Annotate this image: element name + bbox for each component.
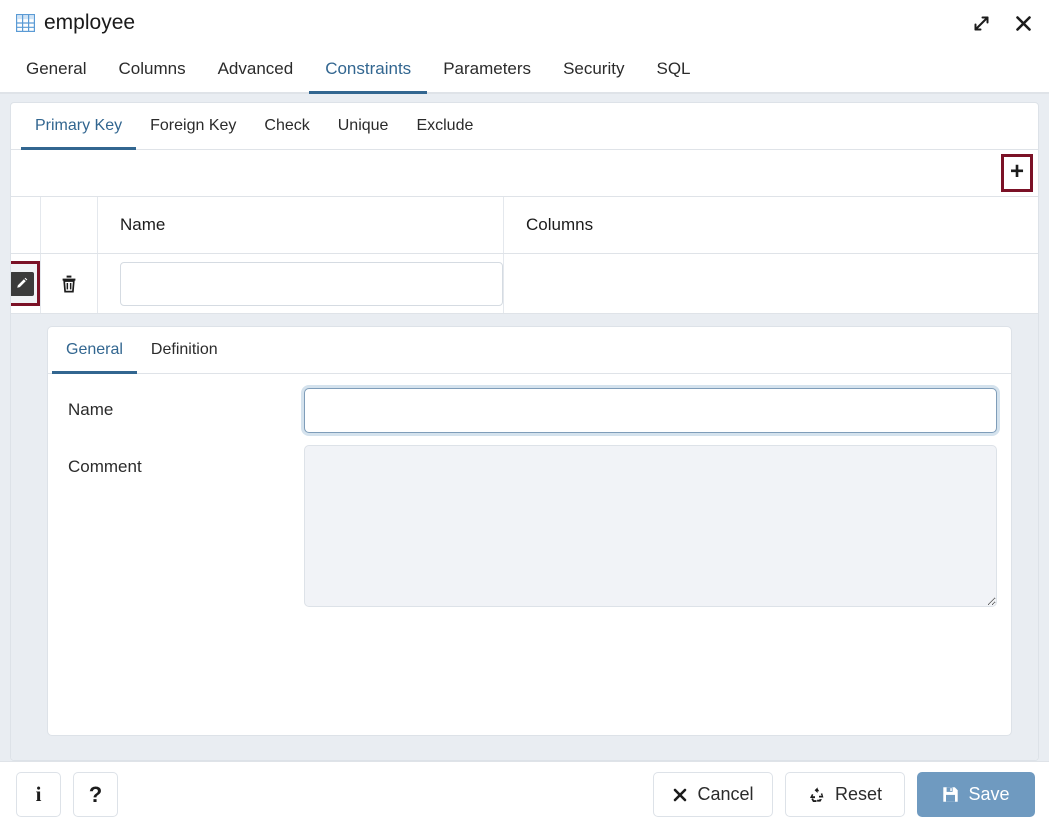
tab-constraints[interactable]: Constraints — [309, 46, 427, 92]
question-mark-icon[interactable]: ? — [73, 772, 118, 817]
subtab-label: Primary Key — [35, 117, 122, 135]
grid-toolbar: + — [11, 150, 1038, 197]
titlebar-actions — [969, 11, 1035, 35]
cancel-button[interactable]: Cancel — [653, 772, 773, 817]
subtab-label: Exclude — [416, 117, 473, 135]
subtab-exclude[interactable]: Exclude — [402, 103, 487, 149]
add-row-button[interactable]: + — [1001, 154, 1033, 192]
column-header-label: Name — [120, 215, 165, 235]
tab-security[interactable]: Security — [547, 46, 640, 92]
primary-key-grid: Name Columns — [11, 197, 1038, 314]
column-header-label: Columns — [526, 215, 593, 235]
tab-general[interactable]: General — [10, 46, 102, 92]
tab-sql[interactable]: SQL — [640, 46, 706, 92]
row-delete-cell — [41, 254, 98, 313]
cancel-button-label: Cancel — [697, 784, 753, 805]
reset-button[interactable]: Reset — [785, 772, 905, 817]
trash-icon[interactable] — [57, 272, 81, 296]
table-properties-dialog: employee — [0, 0, 1049, 827]
info-button-label: i — [36, 782, 42, 807]
close-icon[interactable] — [1011, 11, 1035, 35]
constraint-detail-area: General Definition Name Comment — [11, 314, 1038, 760]
comment-field-row: Comment — [68, 445, 997, 607]
constraint-detail-card: General Definition Name Comment — [47, 326, 1012, 736]
dialog-titlebar: employee — [0, 0, 1049, 46]
subtab-check[interactable]: Check — [250, 103, 323, 149]
row-name-cell — [98, 254, 504, 313]
subtab-primary-key[interactable]: Primary Key — [21, 103, 136, 149]
plus-icon: + — [1010, 160, 1024, 184]
floppy-save-icon — [942, 786, 959, 803]
detail-tab-bar: General Definition — [48, 327, 1011, 374]
constraint-name-grid-input[interactable] — [120, 262, 503, 306]
tab-advanced[interactable]: Advanced — [202, 46, 310, 92]
comment-textarea[interactable] — [304, 445, 997, 607]
subtab-label: Check — [264, 117, 309, 135]
detail-tab-label: Definition — [151, 341, 218, 359]
main-tab-bar: General Columns Advanced Constraints Par… — [0, 46, 1049, 94]
dialog-body: Primary Key Foreign Key Check Unique Exc… — [0, 94, 1049, 761]
dialog-footer: i ? Cancel — [0, 761, 1049, 827]
help-button-label: ? — [89, 782, 102, 808]
subtab-unique[interactable]: Unique — [324, 103, 403, 149]
save-button-label: Save — [968, 784, 1009, 805]
subtab-foreign-key[interactable]: Foreign Key — [136, 103, 250, 149]
detail-tab-label: General — [66, 341, 123, 359]
tab-label: Advanced — [218, 59, 294, 79]
name-field-row: Name — [68, 388, 997, 433]
recycle-reset-icon — [808, 786, 826, 804]
footer-right-actions: Cancel Reset — [653, 772, 1035, 817]
page-title: employee — [44, 11, 135, 35]
tab-parameters[interactable]: Parameters — [427, 46, 547, 92]
tab-label: SQL — [656, 59, 690, 79]
tab-columns[interactable]: Columns — [102, 46, 201, 92]
reset-button-label: Reset — [835, 784, 882, 805]
row-edit-cell — [11, 254, 41, 313]
detail-tab-definition[interactable]: Definition — [137, 327, 232, 373]
detail-tab-general[interactable]: General — [52, 327, 137, 373]
info-icon[interactable]: i — [16, 772, 61, 817]
constraint-tab-bar: Primary Key Foreign Key Check Unique Exc… — [11, 103, 1038, 150]
subtab-label: Unique — [338, 117, 389, 135]
expand-arrows-icon[interactable] — [969, 11, 993, 35]
edit-row-button[interactable] — [10, 261, 40, 306]
constraints-panel: Primary Key Foreign Key Check Unique Exc… — [10, 102, 1039, 761]
tab-label: Security — [563, 59, 624, 79]
name-field-label: Name — [68, 388, 304, 420]
footer-left-actions: i ? — [16, 772, 118, 817]
tab-label: General — [26, 59, 86, 79]
name-input[interactable] — [304, 388, 997, 433]
save-button[interactable]: Save — [917, 772, 1035, 817]
table-row — [11, 254, 1038, 314]
comment-field-label: Comment — [68, 445, 304, 477]
close-x-icon — [672, 787, 688, 803]
subtab-label: Foreign Key — [150, 117, 236, 135]
grid-header-delete-cell — [41, 197, 98, 253]
pencil-edit-icon — [10, 272, 34, 296]
row-columns-cell — [504, 254, 1038, 313]
table-icon — [16, 14, 35, 32]
detail-form: Name Comment — [48, 374, 1011, 735]
dialog-title-group: employee — [16, 11, 969, 35]
grid-header-columns: Columns — [504, 197, 1038, 253]
tab-label: Parameters — [443, 59, 531, 79]
tab-label: Constraints — [325, 59, 411, 79]
grid-header-edit-cell — [11, 197, 41, 253]
grid-header-row: Name Columns — [11, 197, 1038, 254]
tab-label: Columns — [118, 59, 185, 79]
grid-header-name: Name — [98, 197, 504, 253]
